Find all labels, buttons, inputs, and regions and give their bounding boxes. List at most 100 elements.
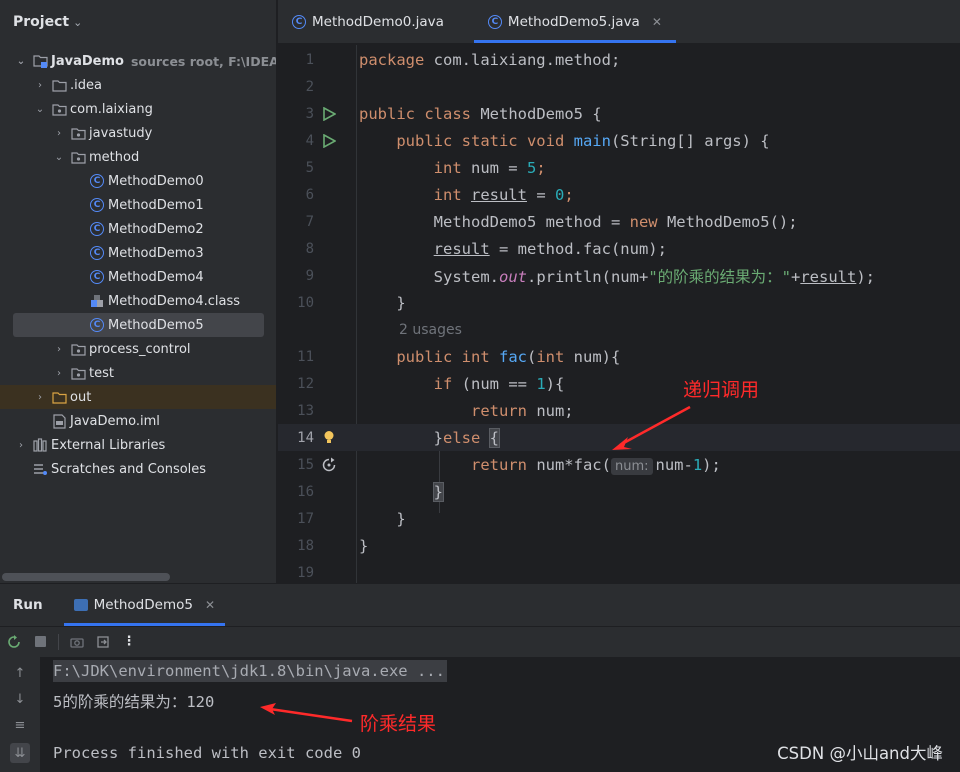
package-icon [70,149,86,165]
editor-tab-methoddemo5-java[interactable]: C MethodDemo5.java ✕ [473,0,676,43]
rerun-icon[interactable] [6,634,22,650]
code-token: .println(num+ [526,267,649,286]
tree-item-javastudy[interactable]: › javastudy [0,121,276,145]
code-line[interactable]: 2 [278,73,960,100]
horizontal-scrollbar[interactable] [2,573,170,581]
code-line[interactable]: 1 package com.laixiang.method; [278,46,960,73]
code-token: main [573,131,611,150]
code-token: + [790,267,801,286]
chevron-right-icon[interactable]: › [33,392,47,403]
code-line[interactable]: 6 int result = 0; [278,181,960,208]
code-line[interactable]: 16 } [278,478,960,505]
stop-icon[interactable] [32,634,48,650]
code-line[interactable]: 5 int num = 5; [278,154,960,181]
usages-hint-line[interactable]: 2 usages [278,316,960,343]
code-line[interactable]: 19 [278,559,960,583]
chevron-right-icon[interactable]: › [52,368,66,379]
code-token: num = [470,158,527,177]
code-token: (num == [461,374,537,393]
tree-item-test[interactable]: › test [0,361,276,385]
camera-icon[interactable] [69,634,85,650]
code-token: public class [359,104,481,123]
code-line[interactable]: 7 MethodDemo5 method = new MethodDemo5()… [278,208,960,235]
run-tab-bar: Run MethodDemo5 ✕ [0,584,960,626]
chevron-right-icon[interactable]: › [14,440,28,451]
code-line[interactable]: 8 result = method.fac(num); [278,235,960,262]
more-options-icon[interactable]: ⋮ [121,634,137,650]
soft-wrap-icon[interactable]: ≡ [12,717,28,733]
arrow-up-icon[interactable]: ↑ [12,665,28,681]
code-token: } [359,293,406,312]
annotation-arrow-recursive [612,405,691,450]
tree-item-label: External Libraries [51,437,166,453]
tree-item-methoddemo1[interactable]: C MethodDemo1 [0,193,276,217]
tree-item-label: JavaDemo.iml [70,413,160,429]
run-config-icon [73,599,88,611]
code-line[interactable]: 4 public static void main(String[] args)… [278,127,960,154]
run-toolbar: ⋮ [0,626,960,656]
code-token: ){ [545,374,565,393]
code-token: num; [536,401,574,420]
editor-tab-methoddemo0-java[interactable]: C MethodDemo0.java [278,0,474,43]
tree-item-process-control[interactable]: › process_control [0,337,276,361]
close-icon[interactable]: ✕ [652,15,662,29]
code-editor[interactable]: 1 package com.laixiang.method; 2 3 public cl… [278,45,960,583]
scroll-to-end-icon[interactable]: ⇊ [10,743,30,763]
tree-item-com-laixiang[interactable]: ⌄ com.laixiang [0,97,276,121]
project-view-selector[interactable]: Project ⌄ [0,0,276,44]
java-class-icon: C [487,14,502,29]
chevron-right-icon[interactable]: › [52,128,66,139]
lightbulb-icon[interactable] [320,430,338,445]
code-line[interactable]: 15 return num*fac(num: num-1); [278,451,960,478]
code-line[interactable]: 12 if (num == 1){ [278,370,960,397]
chevron-down-icon[interactable]: ⌄ [52,152,66,163]
chevron-down-icon[interactable]: ⌄ [14,56,28,67]
tree-item-label: javastudy [89,125,153,141]
line-number: 6 [305,186,314,203]
chevron-right-icon[interactable]: › [52,344,66,355]
tree-item-out[interactable]: › out [0,385,276,409]
close-icon[interactable]: ✕ [205,598,215,612]
run-gutter-icon[interactable] [320,133,338,148]
code-line[interactable]: 11 public int fac(int num){ [278,343,960,370]
code-token: public static void [396,131,574,150]
tree-item-scratches-and-consoles[interactable]: Scratches and Consoles [0,457,276,481]
code-line[interactable]: 18} [278,532,960,559]
code-token: System. [359,267,499,286]
code-token: } [359,428,443,447]
java-class-icon: C [89,269,105,285]
arrow-down-icon[interactable]: ↓ [12,691,28,707]
usages-hint[interactable]: 2 usages [399,322,462,338]
tree-item-methoddemo4-class[interactable]: MethodDemo4.class [0,289,276,313]
java-class-icon: C [89,245,105,261]
tree-item-methoddemo2[interactable]: C MethodDemo2 [0,217,276,241]
code-line[interactable]: 10 } [278,289,960,316]
tree-item-javademo[interactable]: ⌄ JavaDemo sources root, F:\IDEA_co [0,49,276,73]
code-text: package com.laixiang.method; [359,51,620,69]
code-token: package [359,50,434,69]
code-line[interactable]: 17 } [278,505,960,532]
recursive-call-icon[interactable] [320,457,338,473]
line-number: 16 [297,483,314,500]
editor-tab-label: MethodDemo0.java [312,13,444,30]
run-tab-methoddemo5[interactable]: MethodDemo5 ✕ [63,584,226,626]
chevron-down-icon[interactable]: ⌄ [33,104,47,115]
tree-item-external-libraries[interactable]: › External Libraries [0,433,276,457]
restore-layout-icon[interactable] [95,634,111,650]
line-number: 15 [297,456,314,473]
code-token: ; [536,158,546,177]
tree-item-methoddemo0[interactable]: C MethodDemo0 [0,169,276,193]
line-number: 8 [305,240,314,257]
tree-item--idea[interactable]: › .idea [0,73,276,97]
tree-item-javademo-iml[interactable]: JavaDemo.iml [0,409,276,433]
code-line[interactable]: 3 public class MethodDemo5 { [278,100,960,127]
project-title: Project [13,14,70,30]
tree-item-methoddemo4[interactable]: C MethodDemo4 [0,265,276,289]
tree-item-methoddemo3[interactable]: C MethodDemo3 [0,241,276,265]
tree-item-method[interactable]: ⌄ method [0,145,276,169]
line-number: 14 [297,429,314,446]
code-line[interactable]: 9 System.out.println(num+"的阶乘的结果为："+resu… [278,262,960,289]
chevron-right-icon[interactable]: › [33,80,47,91]
tree-item-methoddemo5[interactable]: C MethodDemo5 [13,313,264,337]
run-gutter-icon[interactable] [320,106,338,121]
